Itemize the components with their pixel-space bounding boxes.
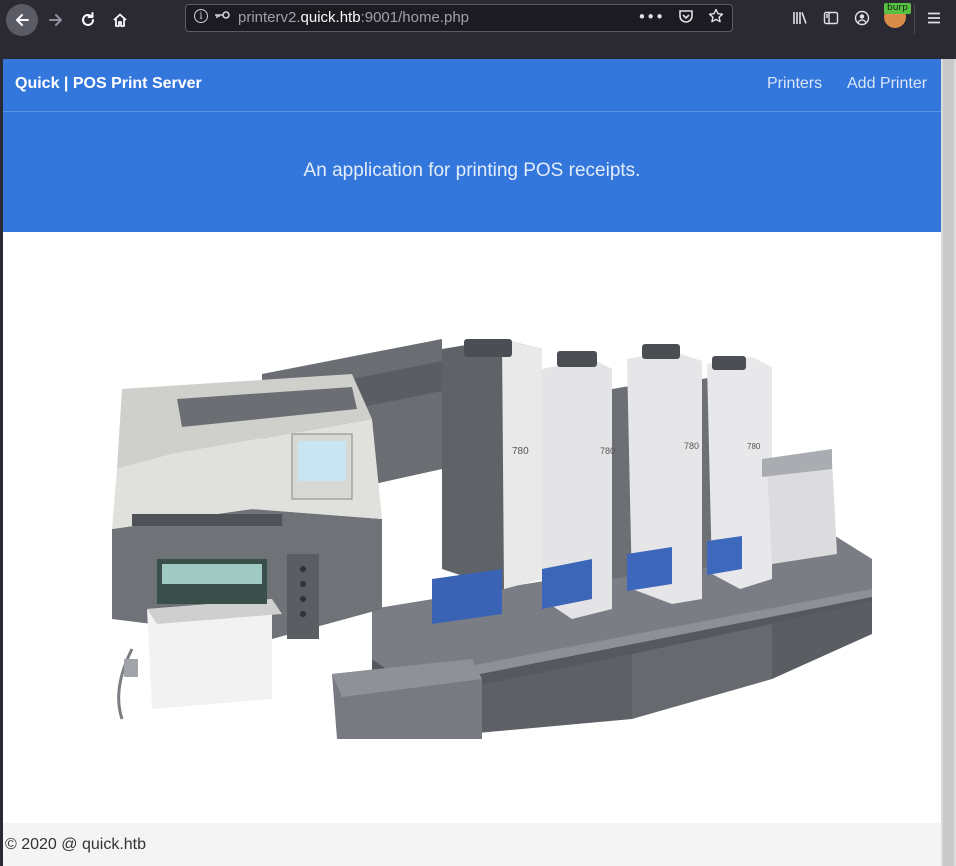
more-actions-icon[interactable]: ••• <box>637 8 664 26</box>
url-host: quick.htb <box>300 9 361 26</box>
url-actions: ••• <box>637 8 724 26</box>
sidebar-button[interactable] <box>817 0 845 36</box>
arrow-right-icon <box>49 14 62 26</box>
menu-button[interactable] <box>920 0 948 36</box>
sidebar-icon <box>823 11 839 25</box>
printing-press-illustration: 780 780 780 780 <box>112 339 872 739</box>
arrow-left-icon <box>16 14 29 26</box>
reload-button[interactable] <box>72 4 104 36</box>
account-icon <box>854 10 870 26</box>
page-scrollbar[interactable] <box>941 59 956 866</box>
library-button[interactable] <box>786 0 814 36</box>
toolbar-divider <box>914 4 915 34</box>
browser-toolbar: i printerv2.quick.htb:9001/home.php ••• … <box>0 0 956 40</box>
pocket-icon[interactable] <box>678 8 694 24</box>
key-glyph <box>215 11 230 19</box>
account-button[interactable] <box>848 0 876 36</box>
site-footer: © 2020 @ quick.htb <box>3 823 941 866</box>
unit-1-model-label: 780 <box>512 446 529 457</box>
hero-banner: An application for printing POS receipts… <box>3 112 941 232</box>
page-viewport: Quick | POS Print Server Printers Add Pr… <box>3 59 941 866</box>
nav-printers-link[interactable]: Printers <box>767 75 822 93</box>
home-button[interactable] <box>104 4 136 36</box>
back-button[interactable] <box>6 4 38 36</box>
hamburger-menu-icon <box>928 12 940 24</box>
burp-badge: burp <box>884 3 911 14</box>
forward-button[interactable] <box>40 4 72 36</box>
url-path: :9001/home.php <box>360 9 469 26</box>
unit-2-model-label: 780 <box>600 446 615 456</box>
nav-add-printer-link[interactable]: Add Printer <box>847 75 927 93</box>
url-text: printerv2.quick.htb:9001/home.php <box>238 9 469 26</box>
site-navbar: Quick | POS Print Server Printers Add Pr… <box>3 59 941 112</box>
printing-press-image: 780 780 780 780 <box>72 279 872 739</box>
unit-4-model-label: 780 <box>747 442 761 451</box>
site-info-icon[interactable]: i <box>194 9 208 23</box>
bookmark-star-icon[interactable] <box>708 8 724 24</box>
scrollbar-thumb[interactable] <box>943 59 954 866</box>
home-icon <box>113 13 127 27</box>
library-icon <box>793 12 807 24</box>
unit-3-model-label: 780 <box>684 441 699 451</box>
hero-tagline: An application for printing POS receipts… <box>303 160 641 181</box>
url-bar[interactable]: i printerv2.quick.htb:9001/home.php ••• <box>185 4 733 32</box>
site-brand-link[interactable]: Quick | POS Print Server <box>15 75 202 93</box>
key-icon[interactable] <box>213 9 231 25</box>
reload-icon <box>82 12 94 26</box>
footer-copyright: © 2020 @ quick.htb <box>5 836 146 853</box>
url-subdomain: printerv2. <box>238 9 301 26</box>
